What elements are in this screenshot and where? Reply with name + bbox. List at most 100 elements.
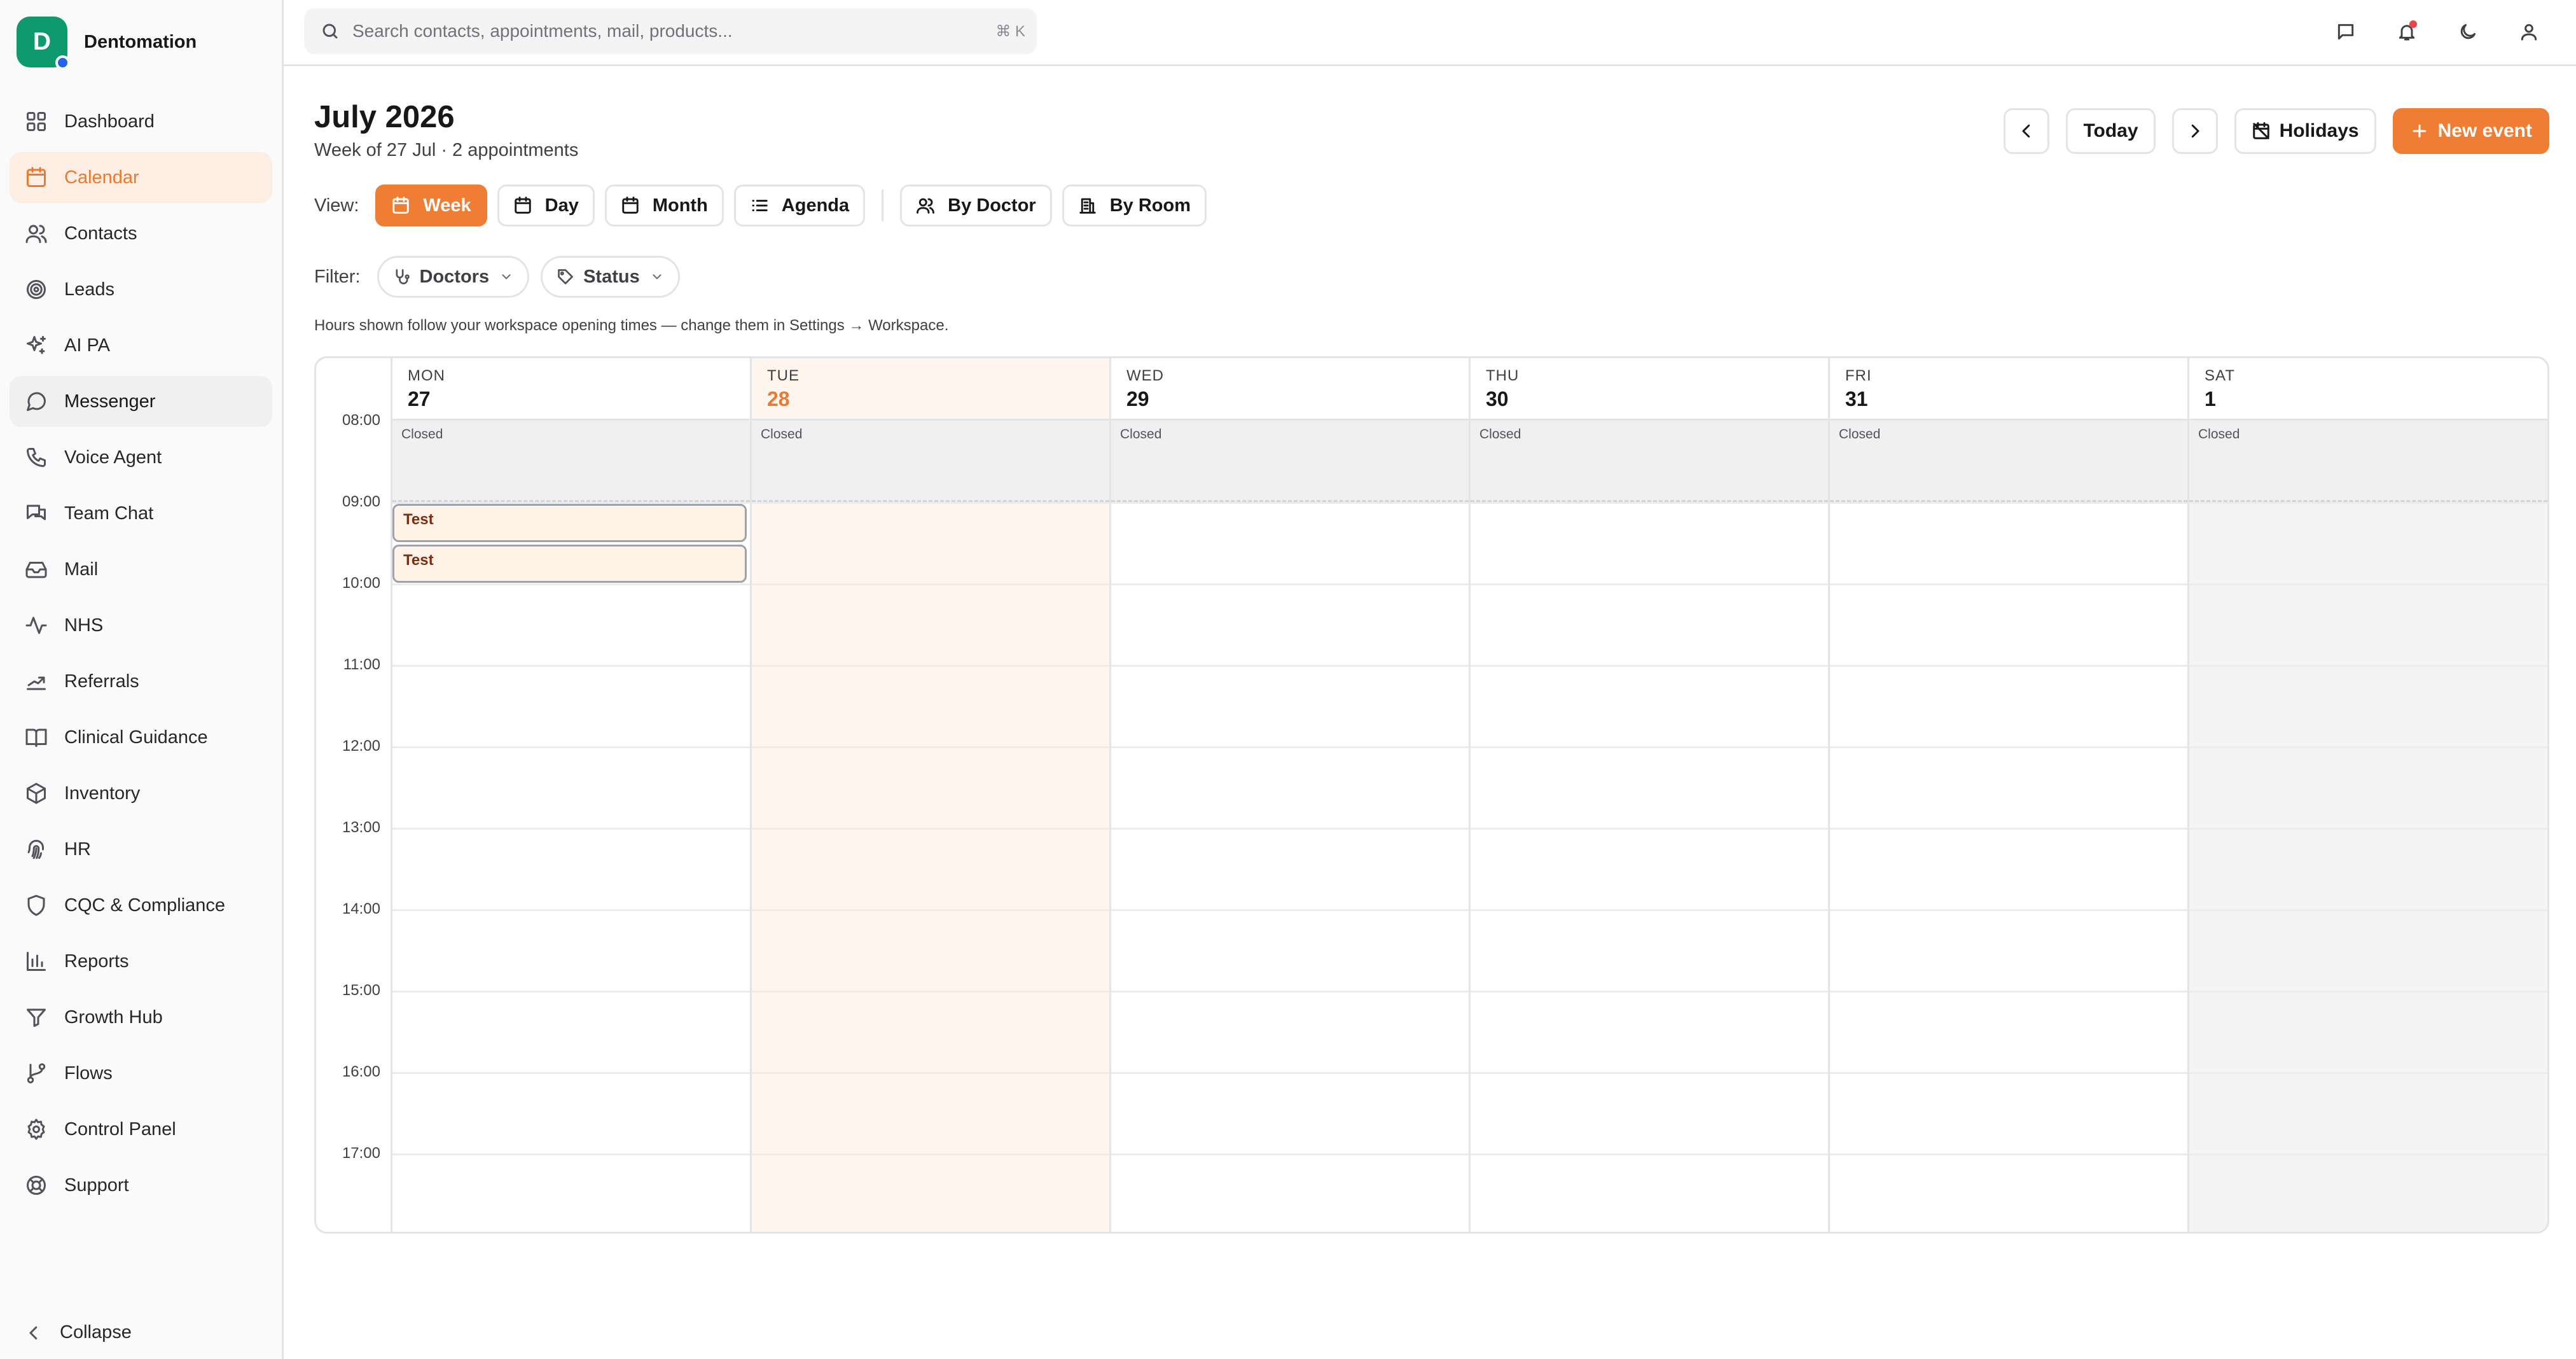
sidebar-item-label: Mail (64, 559, 99, 580)
building-icon (1079, 198, 1096, 214)
view-agenda-button[interactable]: Agenda (733, 185, 866, 226)
sidebar-item-label: AI PA (64, 335, 110, 356)
view-month-button[interactable]: Month (604, 185, 724, 226)
day-header: SAT 1 (2189, 358, 2547, 421)
time-label: 14:00 (342, 900, 380, 917)
sidebar-item-inventory[interactable]: Inventory (10, 768, 272, 819)
sidebar-item-mail[interactable]: Mail (10, 544, 272, 595)
closed-label: Closed (2198, 427, 2240, 442)
sidebar-item-voice-agent[interactable]: Voice Agent (10, 432, 272, 483)
week-calendar-grid: 08:00 09:00 10:00 11:00 12:00 13:00 14:0… (314, 356, 2549, 1234)
filter-doctors-dropdown[interactable]: Doctors (377, 256, 530, 298)
sidebar-item-referrals[interactable]: Referrals (10, 656, 272, 707)
sidebar-item-calendar[interactable]: Calendar (10, 152, 272, 203)
holidays-button[interactable]: Holidays (2234, 108, 2376, 154)
sidebar-item-contacts[interactable]: Contacts (10, 208, 272, 259)
logo-letter: D (32, 28, 52, 55)
sidebar: D Dentomation Dashboard Calendar Contact… (0, 0, 284, 1359)
day-header: THU 30 (1471, 358, 1828, 421)
hour-gridline (752, 909, 1109, 911)
new-event-label: New event (2437, 120, 2532, 141)
sidebar-item-nhs[interactable]: NHS (10, 600, 272, 651)
collapse-sidebar-button[interactable]: Collapse (24, 1322, 132, 1343)
sidebar-item-clinical-guidance[interactable]: Clinical Guidance (10, 712, 272, 763)
sidebar-item-reports[interactable]: Reports (10, 936, 272, 987)
message-square-icon (2337, 24, 2354, 40)
view-week-button[interactable]: Week (375, 185, 487, 226)
filter-status-dropdown[interactable]: Status (541, 256, 680, 298)
time-label: 16:00 (342, 1063, 380, 1080)
sidebar-item-label: Leads (64, 279, 115, 300)
view-switcher: View: Week Day Month Agenda By Doctor By… (314, 185, 1217, 226)
sidebar-item-hr[interactable]: HR (10, 824, 272, 875)
calendar-icon (25, 166, 48, 189)
day-column-wed[interactable]: Closed WED 29 (1111, 358, 1471, 1232)
hour-gridline (392, 1072, 750, 1074)
day-name: TUE (767, 367, 800, 384)
new-event-button[interactable]: New event (2392, 108, 2549, 154)
hour-gridline (392, 665, 750, 667)
collapse-label: Collapse (60, 1322, 132, 1342)
next-week-button[interactable] (2171, 108, 2218, 154)
hour-gridline (2189, 1072, 2547, 1074)
gear-icon (25, 1118, 48, 1141)
today-button[interactable]: Today (2066, 108, 2156, 154)
inbox-icon (25, 558, 48, 581)
sidebar-item-cqc-compliance[interactable]: CQC & Compliance (10, 880, 272, 931)
fingerprint-icon (25, 838, 48, 861)
time-label: 15:00 (342, 982, 380, 999)
day-column-tue[interactable]: Closed TUE 28 (752, 358, 1111, 1232)
contacts-icon (25, 222, 48, 245)
messages-button[interactable] (2332, 18, 2360, 46)
hour-gridline (752, 746, 1109, 748)
hour-gridline (1111, 909, 1469, 911)
closed-block: Closed (1111, 421, 1469, 502)
hour-gridline (752, 1072, 1109, 1074)
hour-gridline (752, 583, 1109, 585)
appointment-event[interactable]: Test (392, 545, 747, 583)
chevron-down-icon (653, 274, 661, 279)
sidebar-item-growth-hub[interactable]: Growth Hub (10, 992, 272, 1043)
hour-gridline (2189, 991, 2547, 993)
hour-gridline (1830, 991, 2187, 993)
sidebar-item-ai-pa[interactable]: AI PA (10, 320, 272, 371)
day-number: 30 (1486, 387, 1509, 410)
day-column-thu[interactable]: Closed THU 30 (1471, 358, 1830, 1232)
notifications-button[interactable] (2393, 18, 2421, 46)
theme-toggle-button[interactable] (2454, 18, 2482, 46)
hour-gridline (752, 1153, 1109, 1155)
user-menu-button[interactable] (2515, 18, 2543, 46)
filter-option-label: Status (583, 266, 640, 287)
bar-chart-icon (25, 950, 48, 973)
hour-gridline (1111, 1153, 1469, 1155)
chevron-right-icon (2191, 124, 2199, 138)
sidebar-item-support[interactable]: Support (10, 1160, 272, 1211)
group-by-doctor-button[interactable]: By Doctor (900, 185, 1052, 226)
day-column-fri[interactable]: Closed FRI 31 (1830, 358, 2189, 1232)
sidebar-item-label: Growth Hub (64, 1007, 163, 1028)
sidebar-item-label: Contacts (64, 223, 137, 244)
brand[interactable]: D Dentomation (17, 17, 197, 70)
sidebar-item-leads[interactable]: Leads (10, 264, 272, 315)
chevron-left-icon (29, 1326, 38, 1339)
closed-label: Closed (1479, 427, 1521, 442)
day-column-mon[interactable]: Closed MON 27 Test Test (392, 358, 752, 1232)
sidebar-item-control-panel[interactable]: Control Panel (10, 1104, 272, 1155)
sidebar-item-dashboard[interactable]: Dashboard (10, 96, 272, 147)
day-column-sat[interactable]: Closed SAT 1 (2189, 358, 2547, 1232)
group-by-room-button[interactable]: By Room (1062, 185, 1207, 226)
top-bar: Search contacts, appointments, mail, pro… (284, 0, 2576, 66)
appointment-event[interactable]: Test (392, 504, 747, 542)
sidebar-item-messenger[interactable]: Messenger (10, 376, 272, 427)
sidebar-item-flows[interactable]: Flows (10, 1048, 272, 1099)
previous-week-button[interactable] (2004, 108, 2050, 154)
calendar-icon (392, 197, 410, 214)
hour-gridline (1471, 746, 1828, 748)
sidebar-item-team-chat[interactable]: Team Chat (10, 488, 272, 539)
lifebuoy-icon (25, 1174, 48, 1197)
view-day-button[interactable]: Day (497, 185, 595, 226)
global-search-input[interactable]: Search contacts, appointments, mail, pro… (304, 8, 1037, 54)
closed-block: Closed (1471, 421, 1828, 502)
dashboard-icon (25, 110, 48, 133)
calendar-icon (622, 197, 639, 214)
